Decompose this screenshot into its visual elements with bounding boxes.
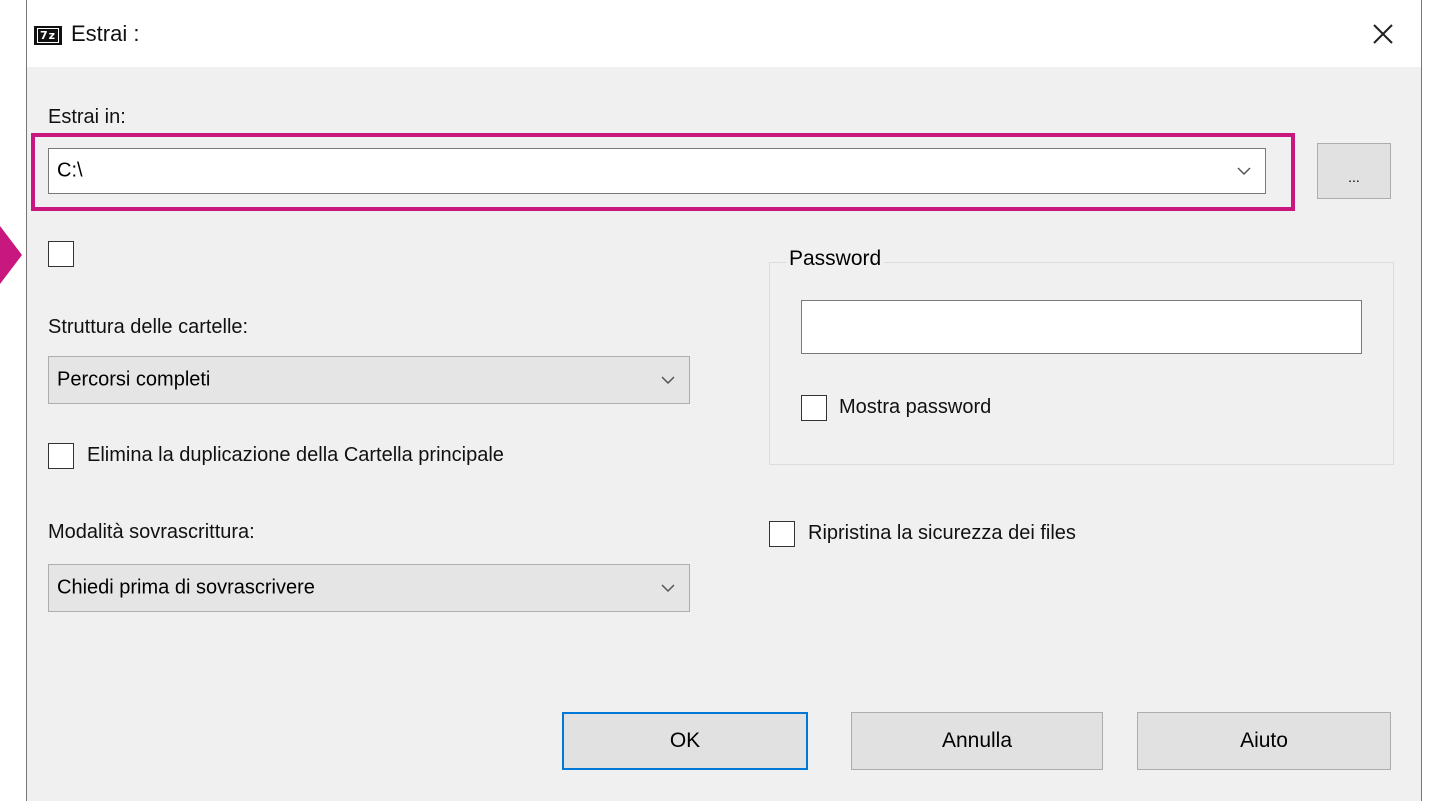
overwrite-mode-label: Modalità sovrascrittura: [48, 521, 255, 543]
folder-structure-label: Struttura delle cartelle: [48, 316, 249, 338]
show-password-checkbox[interactable] [801, 395, 827, 421]
extract-path-value: C:\ [57, 159, 83, 182]
show-password-label[interactable]: Mostra password [839, 396, 991, 419]
overwrite-mode-value: Chiedi prima di sovrascrivere [57, 576, 315, 599]
folder-structure-select[interactable]: Percorsi completi [48, 356, 690, 404]
browse-button[interactable]: ... [1317, 143, 1391, 199]
ok-button[interactable]: OK [562, 712, 808, 770]
password-group-label: Password [786, 247, 885, 271]
dialog-title: Estrai : [71, 21, 140, 46]
extract-to-label: Estrai in: [48, 106, 126, 128]
extract-path-combobox[interactable]: C:\ [48, 148, 1266, 194]
pointer-arrow-icon [0, 226, 22, 284]
title-bar: 7z Estrai : [27, 0, 1421, 67]
extract-dialog: 7z Estrai : Estrai in: C:\ ... Struttura… [26, 0, 1422, 801]
password-group [769, 262, 1394, 465]
help-button[interactable]: Aiuto [1137, 712, 1391, 770]
eliminate-duplication-checkbox[interactable] [48, 443, 74, 469]
chevron-down-icon[interactable] [1237, 167, 1251, 176]
folder-structure-value: Percorsi completi [57, 368, 211, 391]
7z-app-icon: 7z [34, 26, 62, 45]
cancel-button[interactable]: Annulla [851, 712, 1103, 770]
unnamed-checkbox[interactable] [48, 241, 74, 267]
password-input[interactable] [801, 300, 1362, 354]
eliminate-duplication-label[interactable]: Elimina la duplicazione della Cartella p… [87, 444, 504, 467]
close-icon[interactable] [1365, 16, 1401, 52]
app-icon-text: 7z [36, 28, 60, 43]
restore-security-label[interactable]: Ripristina la sicurezza dei files [808, 522, 1076, 545]
chevron-down-icon[interactable] [661, 584, 675, 593]
chevron-down-icon[interactable] [661, 376, 675, 385]
restore-security-checkbox[interactable] [769, 521, 795, 547]
overwrite-mode-select[interactable]: Chiedi prima di sovrascrivere [48, 564, 690, 612]
